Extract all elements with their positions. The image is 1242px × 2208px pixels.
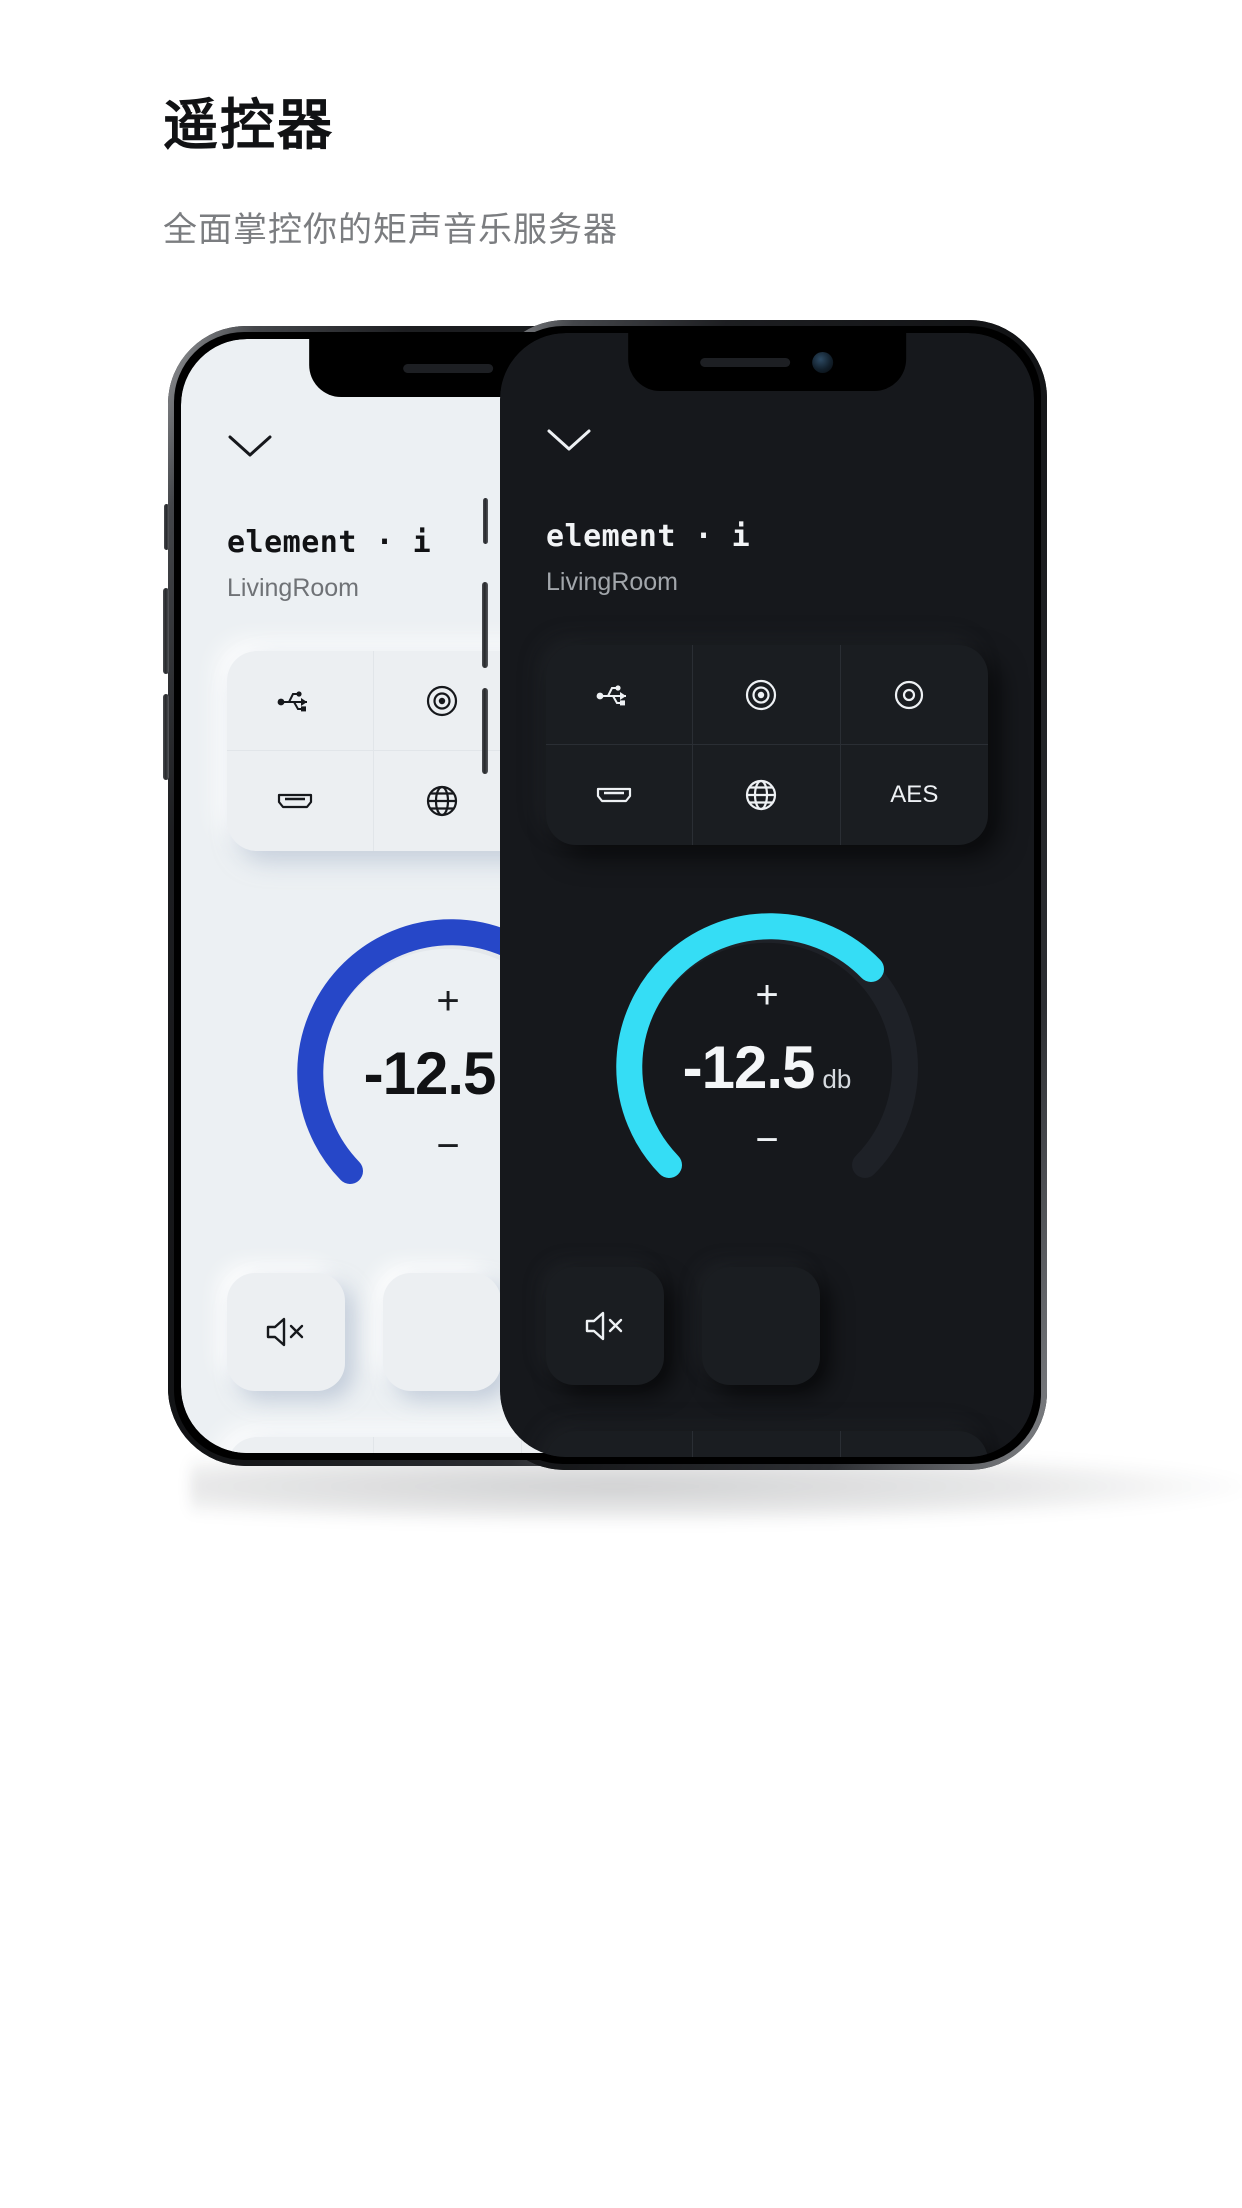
input-source-network[interactable] — [693, 745, 841, 845]
volume-value: -12.5 — [682, 1033, 816, 1101]
hdmi-icon — [594, 784, 634, 806]
phone-dark: element · i LivingRoom AES + -12.5 db − — [482, 320, 1047, 1470]
usb-icon — [277, 689, 313, 713]
input-source-grid: AES — [546, 645, 988, 845]
screen-dark: element · i LivingRoom AES + -12.5 db − — [500, 333, 1034, 1457]
room-name: LivingRoom — [546, 568, 679, 596]
secondary-action-button[interactable] — [383, 1273, 501, 1391]
mute-row — [546, 1267, 988, 1385]
coaxial-icon — [744, 678, 778, 712]
phone-notch — [628, 333, 906, 391]
phone-volume-up — [163, 588, 169, 674]
phone-mute-switch — [483, 498, 488, 544]
phone-mockup-stage: element · i LivingRoom + -12.5 − element… — [0, 0, 1242, 2208]
volume-up-button[interactable]: + — [436, 981, 459, 1021]
mute-icon — [583, 1308, 627, 1344]
input-source-usb[interactable] — [546, 645, 694, 745]
volume-dial[interactable]: + -12.5 db − — [607, 907, 927, 1227]
output-balanced[interactable]: Balanced — [227, 1437, 375, 1453]
phone-mute-switch — [164, 504, 169, 550]
phone-volume-down — [482, 688, 488, 774]
chevron-down-icon[interactable] — [546, 427, 592, 453]
volume-down-button[interactable]: − — [755, 1120, 778, 1160]
coaxial-icon — [425, 684, 459, 718]
volume-down-button[interactable]: − — [436, 1126, 459, 1166]
front-camera — [812, 351, 834, 373]
earpiece-speaker — [700, 357, 791, 367]
phone-volume-up — [482, 582, 488, 668]
network-icon — [744, 778, 778, 812]
mute-button[interactable] — [546, 1267, 664, 1385]
network-icon — [425, 784, 459, 818]
output-line[interactable]: Line — [841, 1431, 988, 1457]
output-balanced[interactable]: Balanced — [546, 1431, 694, 1457]
mute-icon — [264, 1314, 308, 1350]
output-unbalanced[interactable]: Unbalanced — [693, 1431, 841, 1457]
input-source-hdmi[interactable] — [546, 745, 694, 845]
input-source-usb[interactable] — [227, 651, 375, 751]
secondary-action-button[interactable] — [702, 1267, 820, 1385]
earpiece-speaker — [402, 363, 493, 373]
input-source-optical[interactable] — [840, 645, 988, 745]
remote-app-dark: element · i LivingRoom AES + -12.5 db − — [500, 333, 1034, 1457]
phone-volume-down — [163, 694, 169, 780]
input-source-coaxial[interactable] — [693, 645, 841, 745]
hdmi-icon — [275, 790, 315, 812]
chevron-down-icon[interactable] — [227, 433, 273, 459]
input-source-hdmi[interactable] — [227, 751, 375, 851]
input-source-label: AES — [890, 781, 939, 808]
optical-icon — [892, 678, 926, 712]
volume-value: -12.5 — [363, 1039, 497, 1107]
mute-button[interactable] — [227, 1273, 345, 1391]
volume-unit: db — [822, 1063, 852, 1094]
output-selector: Balanced Unbalanced — [546, 1431, 988, 1457]
input-source-aes[interactable]: AES — [841, 745, 988, 845]
usb-icon — [596, 683, 632, 707]
volume-up-button[interactable]: + — [755, 975, 778, 1015]
volume-readout: -12.5 db — [683, 1033, 852, 1102]
device-name: element · i — [546, 519, 751, 554]
